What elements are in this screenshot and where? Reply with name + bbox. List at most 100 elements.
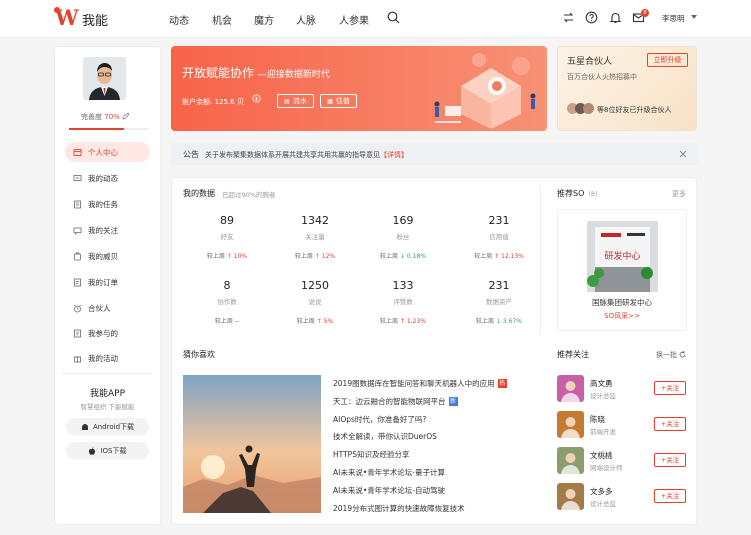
stat-value: 1342	[301, 214, 329, 227]
brand-name[interactable]: 我能	[82, 10, 108, 29]
guess-item[interactable]: HTTPS知识及经验分享	[333, 449, 409, 460]
guess-item[interactable]: 2019图数据库在智能问答和聊天机器人中的应用热	[333, 378, 507, 389]
balance-value: 125.6 贝	[214, 98, 244, 106]
sidebar-item-participated[interactable]: 我参与的	[65, 323, 150, 343]
chevron-down-icon[interactable]	[691, 15, 697, 19]
coin-icon	[252, 94, 261, 103]
guess-item[interactable]: AI未来说•青年学术论坛-自动驾驶	[333, 485, 445, 496]
stat-card[interactable]: 1250 说说 较上周 ↑ 5%	[280, 279, 350, 325]
sidebar-item-partner[interactable]: 合伙人	[65, 298, 150, 318]
sidebar-item-label: 我参与的	[88, 328, 118, 338]
friend-avatar[interactable]	[583, 103, 594, 114]
avatar[interactable]	[557, 411, 584, 438]
stat-card[interactable]: 169 粉丝 较上周 ↓ 0.18%	[368, 214, 438, 260]
guess-item[interactable]: AI未来说•青年学术论坛-量子计算	[333, 467, 445, 478]
follow-button[interactable]: +关注	[654, 381, 686, 395]
order-icon	[74, 278, 81, 286]
avatar[interactable]	[557, 375, 584, 402]
avatar[interactable]	[557, 483, 584, 510]
stat-change-value: ↑ 10%	[226, 253, 248, 260]
sidebar-item-label: 合伙人	[88, 303, 111, 313]
sidebar-item-label: 我的动态	[88, 173, 118, 183]
ios-download-button[interactable]: IOS下载	[66, 442, 149, 459]
guess-image[interactable]	[183, 375, 321, 513]
valuation-button[interactable]: ▦ 估值	[320, 94, 357, 108]
app-subtitle: 智慧组织 下能赋能	[80, 403, 135, 411]
stat-card[interactable]: 231 信用值 较上周 ↑ 12.13%	[464, 214, 534, 260]
follow-name[interactable]: 文桃桃	[590, 450, 613, 461]
stat-change: 较上周 ↑ 12%	[280, 251, 350, 260]
sidebar-item-my-events[interactable]: 我的活动	[65, 348, 150, 368]
sidebar-item-label: 我的订单	[88, 277, 118, 287]
android-icon	[81, 423, 88, 430]
stat-card[interactable]: 1342 关注量 较上周 ↑ 12%	[280, 214, 350, 260]
follow-button[interactable]: +关注	[654, 453, 686, 467]
sidebar-item-my-tasks[interactable]: 我的任务	[65, 194, 150, 214]
nav-item-mofang[interactable]: 魔方	[254, 12, 274, 27]
user-name[interactable]: 李思明	[662, 13, 685, 24]
follow-row: 陈晓 前端开发 +关注	[557, 411, 689, 443]
stat-card[interactable]: 231 数据资产 较上周 ↓ 3.67%	[464, 279, 534, 325]
panel-divider	[540, 186, 541, 334]
switch-icon[interactable]	[562, 11, 575, 24]
sidebar-item-label: 个人中心	[88, 147, 118, 157]
stat-card[interactable]: 133 评赞数 较上周 ↑ 1.23%	[368, 279, 438, 325]
flow-button[interactable]: ▤ 流水	[277, 94, 314, 108]
notice-text[interactable]: 关于发布聚集数据体系开展共建共享共用共赢的指导意见【详情】	[205, 150, 408, 160]
follow-name[interactable]: 文多多	[590, 486, 613, 497]
guess-title: 猜你喜欢	[183, 350, 215, 359]
sidebar-item-my-feed[interactable]: 我的动态	[65, 168, 150, 188]
android-download-label: Android下载	[92, 422, 135, 431]
guess-item[interactable]: AIOps时代，你准备好了吗?	[333, 414, 426, 425]
stat-card[interactable]: 8 协作数 较上周 --	[192, 279, 262, 325]
avatar[interactable]	[557, 447, 584, 474]
android-download-button[interactable]: Android下载	[66, 418, 149, 435]
guess-item-text: AIOps时代，你准备好了吗?	[333, 414, 427, 424]
banner-subtitle: —迎接数据新时代	[257, 70, 330, 80]
guess-item-badge: 新	[448, 396, 458, 406]
help-icon[interactable]	[585, 11, 598, 24]
refresh-label: 换一批	[656, 351, 677, 359]
guess-item[interactable]: 2019分布式图计算的快速故障恢复技术	[333, 503, 465, 514]
more-link[interactable]: 更多	[672, 189, 686, 199]
guess-item[interactable]: 天工：边云融合的智能物联网平台新	[333, 396, 458, 407]
stat-card[interactable]: 89 好友 较上周 ↑ 10%	[192, 214, 262, 260]
so-name[interactable]: 国脉集团研发中心	[557, 297, 687, 308]
nav-item-renshenguo[interactable]: 人参果	[339, 12, 369, 27]
stat-label: 评赞数	[393, 298, 413, 306]
edit-icon[interactable]	[122, 112, 130, 120]
stat-change-label: 较上周	[214, 318, 233, 325]
banner-title: 开放赋能协作 —迎接数据新时代	[182, 64, 330, 81]
guess-item-text: 2019图数据库在智能问答和聊天机器人中的应用	[333, 379, 495, 388]
nav-item-jihui[interactable]: 机会	[212, 12, 232, 27]
notice-detail-link[interactable]: 【详情】	[380, 151, 408, 159]
close-icon[interactable]	[679, 150, 687, 158]
so-photo[interactable]: 研发中心	[587, 221, 658, 292]
stat-value: 231	[488, 279, 510, 292]
stat-change-value: --	[234, 318, 240, 325]
stat-change: 较上周 ↑ 5%	[280, 316, 350, 325]
sidebar-item-personal-center[interactable]: 个人中心	[65, 142, 150, 162]
stat-change: 较上周 ↑ 12.13%	[464, 251, 534, 260]
refresh-button[interactable]: 换一批	[656, 350, 686, 360]
list-icon	[74, 329, 81, 337]
upgrade-button[interactable]: 立即升级	[647, 53, 688, 67]
logo-mark[interactable]: W	[55, 6, 79, 30]
sidebar-item-my-orders[interactable]: 我的订单	[65, 272, 150, 292]
so-link[interactable]: SO风采>>	[557, 311, 687, 321]
follow-name[interactable]: 陈晓	[590, 414, 605, 425]
nav-item-renmai[interactable]: 人脉	[296, 12, 316, 27]
avatar[interactable]	[83, 57, 126, 100]
bell-icon[interactable]	[609, 11, 622, 24]
nav-item-dongtai[interactable]: 动态	[169, 12, 189, 27]
sidebar-item-my-follows[interactable]: 我的关注	[65, 220, 150, 240]
follow-name[interactable]: 高文勇	[590, 378, 613, 389]
follow-button[interactable]: +关注	[654, 417, 686, 431]
guess-item[interactable]: 技术全解读，带你认识DuerOS	[333, 431, 437, 442]
search-icon[interactable]	[387, 11, 400, 24]
stat-change-value: ↓ 0.18%	[399, 253, 426, 260]
promo-banner[interactable]	[171, 46, 547, 131]
flow-label: 流水	[292, 97, 307, 105]
follow-button[interactable]: +关注	[654, 489, 686, 503]
sidebar-item-my-weibei[interactable]: 我的威贝	[65, 246, 150, 266]
